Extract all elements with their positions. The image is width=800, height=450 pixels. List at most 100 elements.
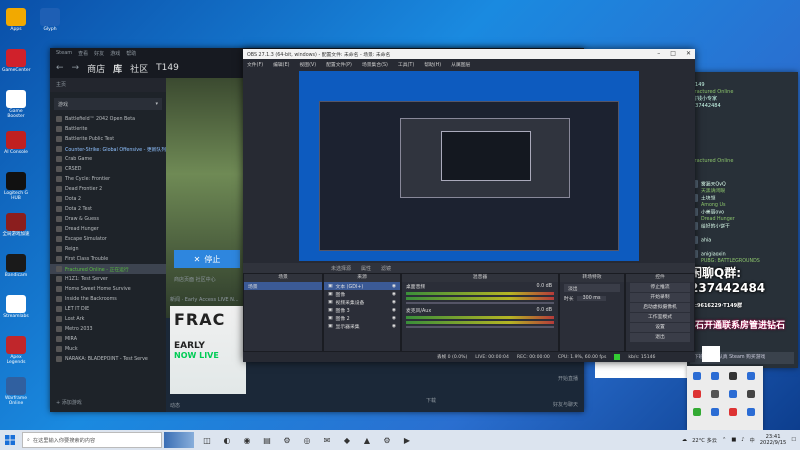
steam-menu-item[interactable]: 帮助 [126, 50, 136, 57]
control-button[interactable]: 停止推流 [630, 283, 690, 292]
nav-store[interactable]: 商店 [87, 62, 105, 75]
obs-menu-item[interactable]: 场景集合(S) [362, 61, 388, 68]
logitech-icon[interactable]: ▲ [360, 433, 374, 447]
transition-mode-select[interactable]: 淡出 [564, 284, 620, 292]
scene-item[interactable]: 场景 [244, 282, 322, 290]
forward-arrow-icon[interactable]: → [72, 63, 80, 73]
tray-app-icon[interactable] [747, 408, 755, 416]
obs-menu-item[interactable]: 视图(V) [299, 61, 316, 68]
eye-icon[interactable]: ◉ [392, 284, 396, 289]
notification-icon[interactable]: ☐ [791, 437, 796, 443]
task-view-icon[interactable]: ◫ [200, 433, 214, 447]
game-list-item[interactable]: Muck [50, 344, 166, 354]
tray-app-icon[interactable] [693, 372, 701, 380]
steam-menu-item[interactable]: 游戏 [110, 50, 120, 57]
game-list-item[interactable]: NARAKA: BLADEPOINT - Test Serve [50, 354, 166, 364]
edge-icon[interactable]: ◐ [220, 433, 234, 447]
game-list-item[interactable]: MIRA [50, 334, 166, 344]
game-list-item[interactable]: Inside the Backrooms [50, 294, 166, 304]
source-item[interactable]: ▣ 显示器采集 ◉ [324, 322, 400, 330]
eye-icon[interactable]: ◉ [392, 316, 396, 321]
minimize-icon[interactable]: – [657, 50, 660, 57]
eye-icon[interactable]: ◉ [392, 300, 396, 305]
obs-menu-item[interactable]: 文件(F) [247, 61, 263, 68]
tray-app-icon[interactable] [747, 372, 755, 380]
game-list-item[interactable]: Crab Game [50, 154, 166, 164]
desktop-icon[interactable]: Bandicam [2, 254, 30, 278]
game-list-item[interactable]: Escape Simulator [50, 234, 166, 244]
filters-button[interactable]: 滤镜 [381, 265, 391, 272]
eye-icon[interactable]: ◉ [392, 292, 396, 297]
desktop-icon[interactable]: Apex Legends [2, 336, 30, 365]
steam-menu-item[interactable]: 查看 [78, 50, 88, 57]
library-filter-dropdown[interactable]: 游戏 ▾ [54, 98, 162, 110]
source-item[interactable]: ▣ 图像 ◉ [324, 290, 400, 298]
game-list-item[interactable]: Lost Ark [50, 314, 166, 324]
taskbar-search[interactable]: ⌕ 在这里输入你要搜索的内容 [22, 432, 162, 448]
tray-app-icon[interactable] [693, 408, 701, 416]
game-list-item[interactable]: Battlerite Public Test [50, 134, 166, 144]
desktop-icon[interactable]: Glyph [36, 8, 64, 32]
game-list-item[interactable]: Counter-Strike: Global Offensive - 更新队列 [50, 144, 166, 154]
tray-app-icon[interactable] [711, 390, 719, 398]
steam-menu-item[interactable]: 好友 [94, 50, 104, 57]
qq-icon[interactable]: ◆ [340, 433, 354, 447]
source-item[interactable]: ▣ 图像 2 ◉ [324, 314, 400, 322]
chrome-icon[interactable]: ◉ [240, 433, 254, 447]
tray-app-icon[interactable] [747, 390, 755, 398]
obs-menu-item[interactable]: 帮助(H) [424, 61, 441, 68]
obs-preview[interactable] [299, 71, 639, 261]
friend-item[interactable]: 小美丽ovo Dread Hunger [690, 208, 735, 223]
game-list-item[interactable]: Dota 2 [50, 194, 166, 204]
nav-library[interactable]: 库 [113, 62, 122, 75]
game-list-item[interactable]: Home Sweet Home Survive [50, 284, 166, 294]
network-icon[interactable]: ■ [731, 437, 736, 443]
game-list-item[interactable]: CRSED [50, 164, 166, 174]
clock[interactable]: 23:41 2022/9/15 [760, 434, 787, 446]
back-arrow-icon[interactable]: ← [56, 63, 64, 73]
weather[interactable]: 22°C 多云 [692, 437, 717, 444]
explorer-icon[interactable]: ▤ [260, 433, 274, 447]
ime-indicator[interactable]: 中 [750, 437, 755, 444]
eye-icon[interactable]: ◉ [392, 324, 396, 329]
friend-item[interactable]: 给好的小饼干 [690, 222, 730, 237]
game-list-item[interactable]: The Cycle: Frontier [50, 174, 166, 184]
desktop-icon[interactable]: 全局游戏加速 [2, 213, 30, 237]
game-list-item[interactable]: LET IT DIE [50, 304, 166, 314]
close-icon[interactable]: ✕ [686, 50, 691, 57]
control-button[interactable]: 工作室模式 [630, 313, 690, 322]
media-icon[interactable]: ▶ [400, 433, 414, 447]
game-list-item[interactable]: Fractured Online - 正在运行 [50, 264, 166, 274]
downloads-button[interactable]: 下载 [426, 397, 436, 404]
friend-item[interactable]: anigiaoxin PUBG: BATTLEGROUNDS [690, 250, 760, 265]
friend-item[interactable]: 雾漏天QvQ 天黑请闭眼 [690, 180, 726, 195]
game-list-item[interactable]: Battlerite [50, 124, 166, 134]
game-list-item[interactable]: Metro 2033 [50, 324, 166, 334]
wechat-icon[interactable]: ✉ [320, 433, 334, 447]
control-button[interactable]: 启动虚拟摄像机 [630, 303, 690, 312]
tray-app-icon[interactable] [729, 372, 737, 380]
volume-icon[interactable]: ♪ [741, 437, 744, 443]
source-item[interactable]: ▣ 文本 (GDI+) ◉ [324, 282, 400, 290]
friend-item[interactable]: 土块领 Among Us [690, 194, 726, 209]
library-home[interactable]: 主页 [50, 78, 166, 92]
nav-user[interactable]: T149 [156, 63, 179, 73]
desktop-icon[interactable]: Logitech G HUB [2, 172, 30, 201]
game-list-item[interactable]: Draw & Guess [50, 214, 166, 224]
volume-slider[interactable] [406, 302, 554, 304]
source-item[interactable]: ▣ 视频采集设备 ◉ [324, 298, 400, 306]
desktop-icon[interactable]: Streamlabs [2, 295, 30, 319]
game-list-item[interactable]: First Class Trouble [50, 254, 166, 264]
properties-button[interactable]: 属性 [361, 265, 371, 272]
start-button[interactable] [0, 430, 20, 450]
tray-app-icon[interactable] [711, 372, 719, 380]
game-list-item[interactable]: Dota 2 Test [50, 204, 166, 214]
tray-app-icon[interactable] [729, 390, 737, 398]
stop-button[interactable]: ✕ 停止 [174, 250, 240, 268]
start-stream-label[interactable]: 开始直播 [558, 375, 578, 382]
tray-app-icon[interactable] [693, 390, 701, 398]
add-game-button[interactable]: + 添加游戏 [56, 399, 82, 406]
control-button[interactable]: 设置 [630, 323, 690, 332]
game-list-item[interactable]: Battlefield™ 2042 Open Beta [50, 114, 166, 124]
desktop-icon[interactable]: AI Console [2, 131, 30, 155]
